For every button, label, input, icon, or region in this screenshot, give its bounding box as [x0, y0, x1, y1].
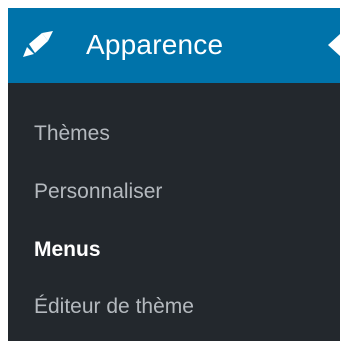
- menu-header-apparence[interactable]: Apparence: [8, 8, 340, 83]
- menu-header-label: Apparence: [86, 29, 224, 60]
- submenu-item-themes[interactable]: Thèmes: [34, 120, 110, 148]
- brush-icon: [23, 31, 53, 57]
- submenu-item-editeur-de-theme[interactable]: Éditeur de thème: [34, 293, 194, 321]
- submenu-item-personnaliser[interactable]: Personnaliser: [34, 178, 162, 206]
- submenu-item-menus[interactable]: Menus: [34, 236, 101, 264]
- submenu: Thèmes Personnaliser Menus Éditeur de th…: [8, 83, 340, 341]
- admin-menu-appearance: Apparence Thèmes Personnaliser Menus Édi…: [8, 8, 340, 341]
- caret-left-icon: [328, 34, 340, 56]
